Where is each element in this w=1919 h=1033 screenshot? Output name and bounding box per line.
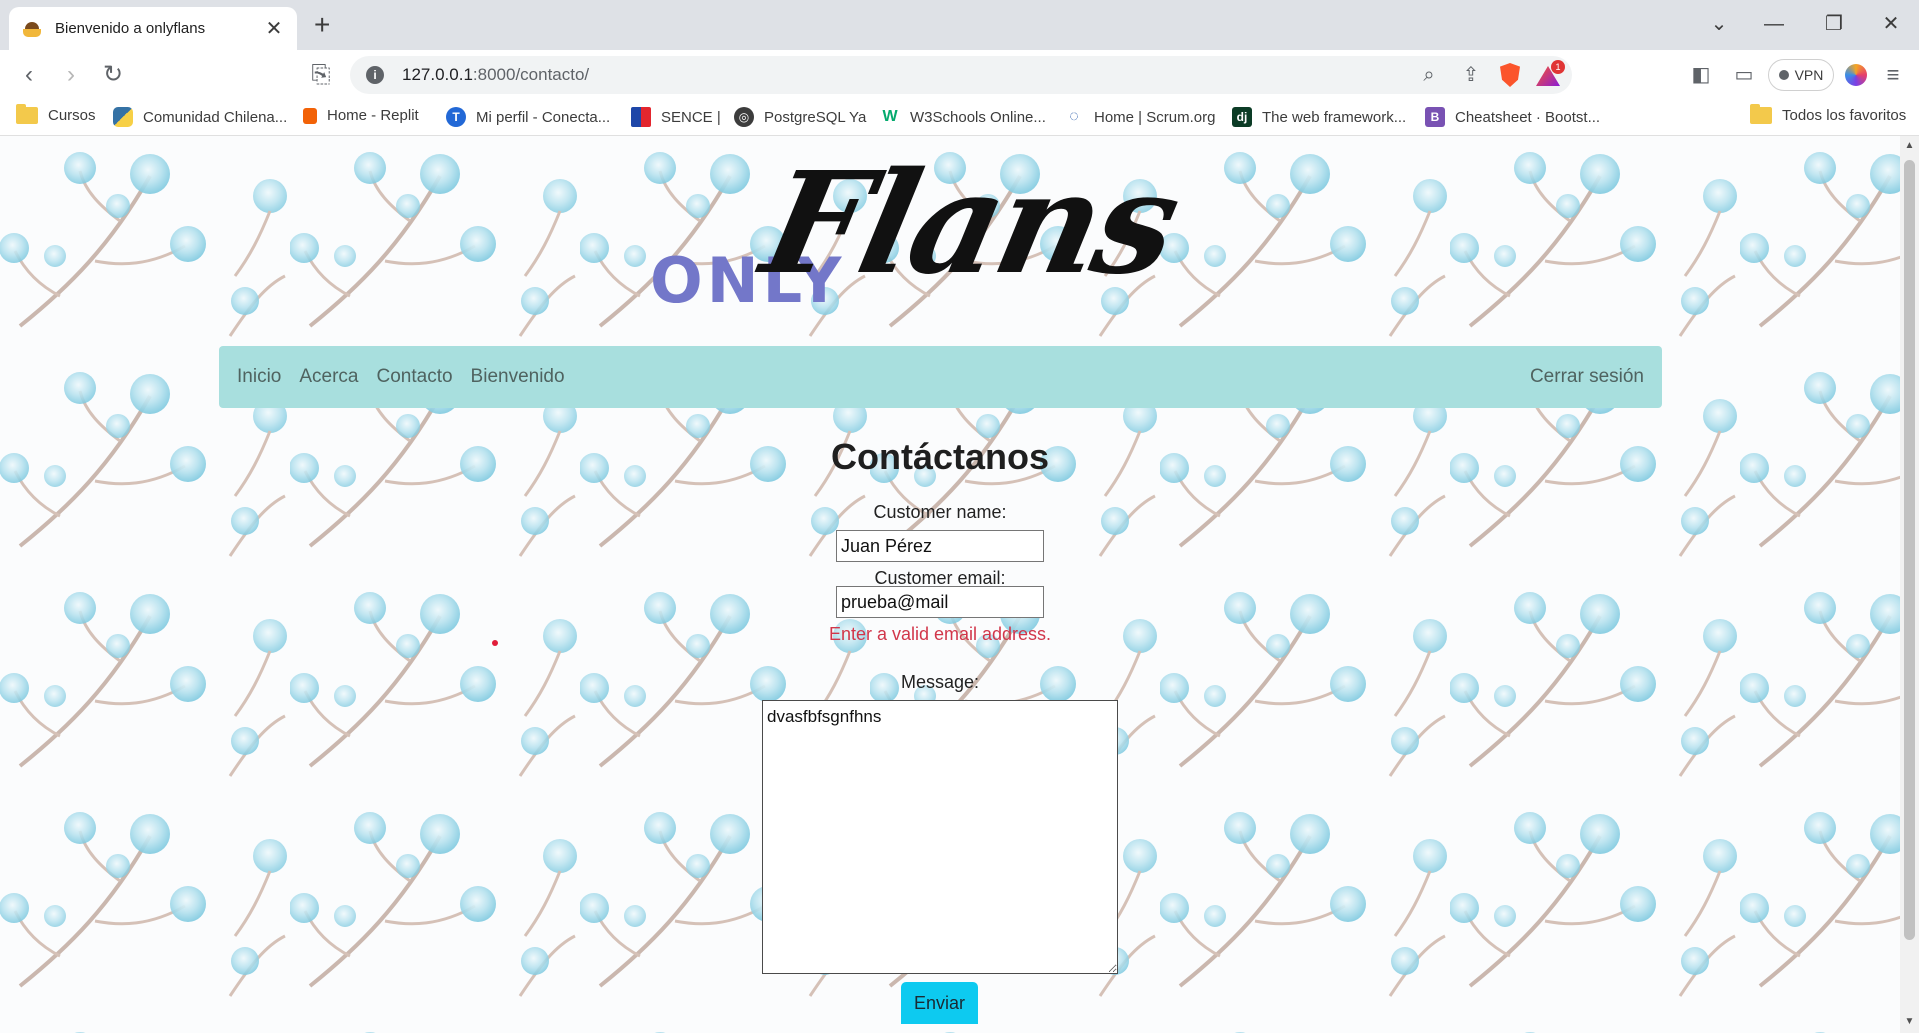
brave-rewards-icon[interactable]: 1 — [1536, 60, 1565, 86]
bookmark-all-favorites[interactable]: Todos los favoritos — [1750, 104, 1907, 124]
bookmark-django[interactable]: dj The web framework... — [1232, 107, 1406, 127]
sidebar-toggle-icon[interactable]: ◧ — [1686, 60, 1716, 90]
nav-link-inicio[interactable]: Inicio — [237, 366, 281, 388]
site-navbar: Inicio Acerca Contacto Bienvenido Cerrar… — [219, 346, 1662, 408]
globe-icon: ◎ — [734, 107, 754, 127]
email-error-message: Enter a valid email address. — [828, 624, 1052, 644]
site-info-icon[interactable]: i — [366, 66, 384, 84]
tab-close-icon[interactable]: ✕ — [263, 19, 285, 39]
tab-strip: Bienvenido a onlyflans ✕ + ⌄ — ❐ ✕ — [0, 0, 1919, 50]
w3-icon: W — [882, 108, 898, 125]
replit-icon — [303, 107, 317, 124]
nav-link-logout[interactable]: Cerrar sesión — [1530, 366, 1644, 388]
bookmark-label: Mi perfil - Conecta... — [476, 108, 611, 126]
url-text[interactable]: 127.0.0.1:8000/contacto/ — [402, 65, 589, 85]
vpn-status-icon — [1778, 70, 1789, 80]
scrum-icon: ◌ — [1069, 108, 1079, 125]
brave-shields-icon[interactable] — [1500, 63, 1520, 87]
bookmark-w3schools[interactable]: W W3Schools Online... — [880, 107, 1046, 127]
onlyflans-logo[interactable]: ONLY Flans — [650, 142, 1250, 317]
bookmark-conecta[interactable]: T Mi perfil - Conecta... — [446, 107, 610, 127]
bookmark-label: Todos los favoritos — [1782, 107, 1907, 124]
page-scrollbar[interactable]: ▲ ▼ — [1900, 136, 1919, 1033]
rewards-badge: 1 — [1551, 60, 1565, 74]
name-field[interactable] — [836, 530, 1044, 562]
bookmark-label: Comunidad Chilena... — [143, 108, 288, 126]
browser-tab[interactable]: Bienvenido a onlyflans ✕ — [9, 7, 297, 50]
scroll-down-arrow-icon[interactable]: ▼ — [1904, 1016, 1915, 1027]
address-bar[interactable]: i 127.0.0.1:8000/contacto/ ⌕ ⇪ 1 — [350, 56, 1572, 94]
t-icon: T — [446, 107, 466, 127]
zoom-icon[interactable]: ⌕ — [1416, 62, 1442, 88]
restore-button[interactable]: ❐ — [1814, 10, 1854, 38]
bookmark-sence[interactable]: SENCE | — [631, 107, 721, 127]
bookmark-label: Home | Scrum.org — [1094, 108, 1216, 126]
folder-icon — [16, 104, 38, 124]
bookmark-scrum[interactable]: ◌ Home | Scrum.org — [1064, 107, 1215, 127]
bookmarks-bar: Cursos Comunidad Chilena... Home - Repli… — [0, 100, 1919, 136]
logo-flans-text: Flans — [750, 142, 1190, 306]
flan-favicon-icon — [23, 20, 41, 38]
tab-title: Bienvenido a onlyflans — [55, 20, 206, 37]
submit-button[interactable]: Enviar — [901, 982, 978, 1024]
nav-link-acerca[interactable]: Acerca — [299, 366, 358, 388]
profile-avatar[interactable] — [1845, 64, 1867, 86]
bookmark-label: The web framework... — [1262, 108, 1407, 126]
forward-button[interactable]: › — [56, 60, 86, 90]
menu-icon[interactable]: ≡ — [1878, 60, 1908, 90]
bookmark-label: SENCE | — [661, 108, 721, 126]
bookmark-label: W3Schools Online... — [910, 108, 1046, 126]
scroll-thumb[interactable] — [1904, 160, 1915, 940]
folder-icon — [1750, 104, 1772, 124]
vpn-button[interactable]: VPN — [1768, 59, 1834, 91]
name-label: Customer name: — [873, 502, 1007, 522]
bookmark-cursos[interactable]: Cursos — [16, 104, 96, 124]
message-field[interactable]: dvasfbfsgnfhns — [762, 700, 1118, 974]
scroll-up-arrow-icon[interactable]: ▲ — [1904, 140, 1915, 151]
new-tab-button[interactable]: + — [314, 11, 330, 39]
bootstrap-icon: B — [1425, 107, 1445, 127]
nav-link-contacto[interactable]: Contacto — [377, 366, 453, 388]
python-icon — [113, 107, 133, 127]
browser-toolbar: ‹ › ↻ ⎘ i 127.0.0.1:8000/contacto/ ⌕ ⇪ 1… — [0, 50, 1919, 100]
back-button[interactable]: ‹ — [14, 60, 44, 90]
bookmark-comunidad[interactable]: Comunidad Chilena... — [113, 107, 287, 127]
close-window-button[interactable]: ✕ — [1871, 10, 1911, 38]
wallet-icon[interactable]: ▭ — [1729, 60, 1759, 90]
bookmark-bootstrap[interactable]: B Cheatsheet · Bootst... — [1425, 107, 1600, 127]
message-label: Message: — [900, 672, 980, 692]
omnibox-actions: ⌕ ⇪ 1 — [1416, 60, 1565, 88]
email-field[interactable] — [836, 586, 1044, 618]
page-viewport: ONLY Flans Inicio Acerca Contacto Bienve… — [0, 136, 1900, 1033]
bookmark-postgresql[interactable]: ◎ PostgreSQL Ya — [734, 107, 866, 127]
bookmark-replit[interactable]: Home - Replit — [303, 107, 419, 124]
cursor-marker — [492, 640, 498, 646]
sence-icon — [631, 107, 651, 127]
bookmark-page-icon[interactable]: ⎘ — [306, 60, 336, 90]
bookmark-label: Cheatsheet · Bootst... — [1455, 108, 1601, 126]
bookmark-label: Home - Replit — [327, 107, 419, 124]
minimize-button[interactable]: — — [1754, 10, 1794, 38]
bookmark-label: PostgreSQL Ya — [764, 108, 867, 126]
reload-button[interactable]: ↻ — [98, 60, 128, 90]
page-title: Contáctanos — [830, 436, 1050, 477]
django-icon: dj — [1232, 107, 1252, 127]
tab-search-chevron-icon[interactable]: ⌄ — [1699, 10, 1739, 38]
nav-link-bienvenido[interactable]: Bienvenido — [471, 366, 565, 388]
bookmark-label: Cursos — [48, 107, 96, 124]
share-icon[interactable]: ⇪ — [1458, 62, 1484, 88]
vpn-label: VPN — [1794, 67, 1824, 83]
